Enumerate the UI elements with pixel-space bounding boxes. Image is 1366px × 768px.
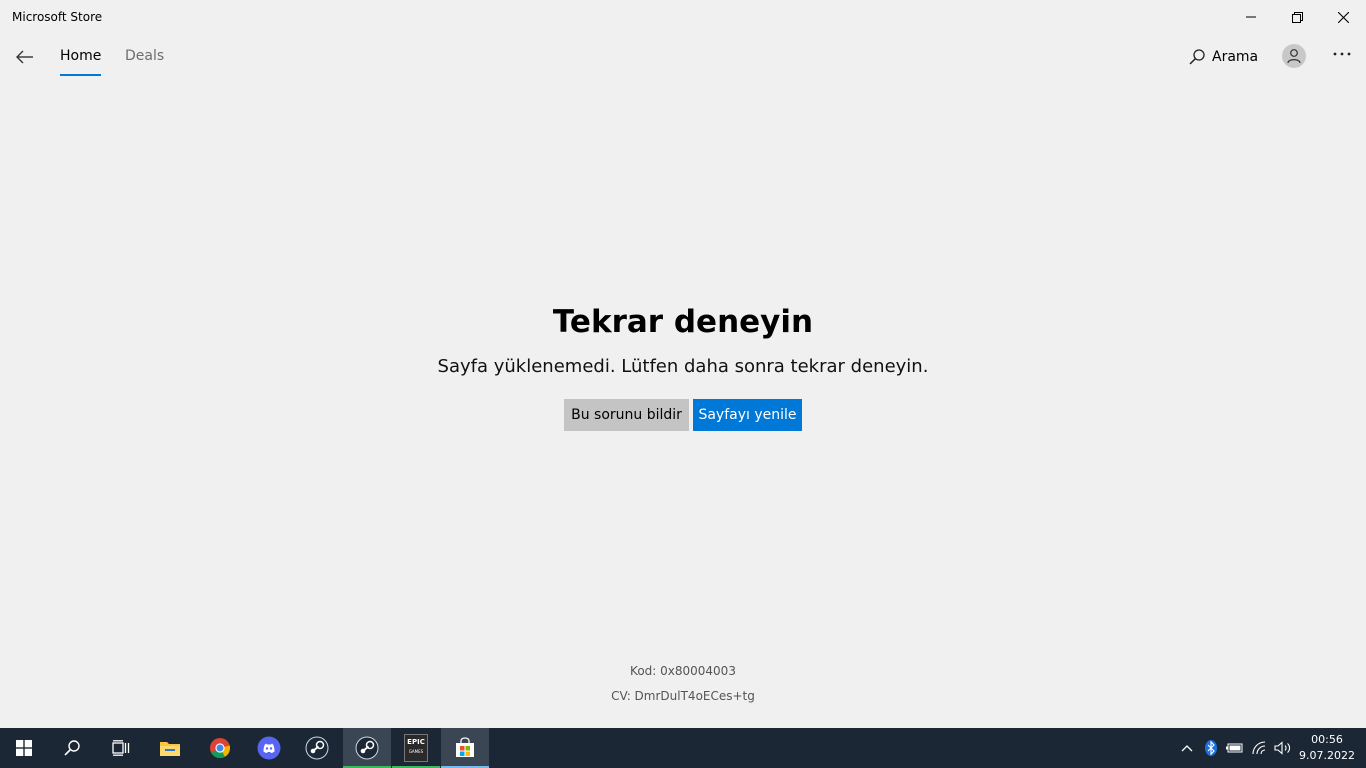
speaker-icon — [1274, 741, 1290, 755]
discord-icon — [257, 736, 281, 760]
minimize-button[interactable] — [1228, 0, 1274, 34]
taskbar-search-button[interactable] — [48, 728, 96, 768]
search-icon — [64, 740, 80, 756]
epic-label: EPIC — [407, 738, 425, 746]
more-options-button[interactable] — [1328, 42, 1356, 66]
steam-icon — [305, 736, 329, 760]
epic-sublabel: GAMES — [408, 749, 424, 754]
wifi-button[interactable] — [1249, 728, 1271, 768]
chevron-up-icon — [1181, 745, 1193, 752]
microsoft-store-icon — [456, 737, 474, 757]
search-label: Arama — [1212, 49, 1259, 65]
restore-icon — [1291, 11, 1303, 23]
tab-deals[interactable]: Deals — [125, 48, 164, 64]
error-message: Sayfa yüklenemedi. Lütfen daha sonra tek… — [437, 356, 929, 377]
file-explorer-button[interactable] — [146, 728, 194, 768]
steam-icon — [355, 736, 379, 760]
start-button[interactable] — [0, 728, 48, 768]
error-code: Kod: 0x80004003 — [630, 664, 736, 678]
file-explorer-icon — [160, 742, 180, 756]
bluetooth-icon — [1205, 740, 1217, 756]
refresh-page-button[interactable]: Sayfayı yenile — [693, 399, 802, 431]
search-button[interactable]: Arama — [1188, 46, 1258, 68]
taskbar: EPIC GAMES 00:56 9.07.2022 — [0, 728, 1366, 768]
back-button[interactable] — [10, 42, 40, 72]
active-tab-indicator — [60, 74, 102, 76]
close-icon — [1337, 11, 1349, 23]
steam-window-button[interactable] — [343, 728, 391, 768]
windows-start-icon — [16, 740, 32, 756]
tab-home-label: Home — [60, 48, 102, 64]
title-bar: Microsoft Store — [0, 0, 1366, 34]
chrome-button[interactable] — [196, 728, 244, 768]
steam-button[interactable] — [293, 728, 341, 768]
app-title: Microsoft Store — [12, 10, 103, 24]
minimize-icon — [1246, 16, 1256, 18]
back-arrow-icon — [16, 50, 33, 64]
nav-bar: Home Deals Arama — [0, 34, 1366, 80]
microsoft-store-button[interactable] — [441, 728, 489, 768]
account-button[interactable] — [1282, 44, 1306, 68]
epic-games-icon: EPIC GAMES — [404, 734, 428, 762]
epic-games-button[interactable]: EPIC GAMES — [392, 728, 440, 768]
clock-time: 00:56 — [1311, 733, 1343, 746]
error-title: Tekrar deneyin — [552, 304, 814, 340]
report-problem-button[interactable]: Bu sorunu bildir — [564, 399, 689, 431]
task-view-button[interactable] — [96, 728, 144, 768]
wifi-icon — [1252, 741, 1266, 755]
chrome-icon — [210, 738, 231, 759]
battery-button[interactable] — [1224, 728, 1246, 768]
bluetooth-button[interactable] — [1202, 728, 1220, 768]
restore-button[interactable] — [1274, 0, 1320, 34]
task-view-icon — [112, 740, 130, 756]
search-icon — [1189, 49, 1205, 65]
clock[interactable]: 00:56 9.07.2022 — [1296, 732, 1358, 764]
tab-home[interactable]: Home — [60, 48, 102, 76]
tab-deals-label: Deals — [125, 48, 165, 64]
discord-button[interactable] — [245, 728, 293, 768]
show-hidden-icons-button[interactable] — [1178, 728, 1196, 768]
user-icon — [1287, 49, 1301, 64]
volume-button[interactable] — [1272, 728, 1294, 768]
battery-icon — [1226, 743, 1243, 753]
clock-date: 9.07.2022 — [1299, 749, 1355, 762]
correlation-vector: CV: DmrDulT4oECes+tg — [611, 689, 755, 703]
more-icon — [1333, 52, 1351, 56]
close-button[interactable] — [1320, 0, 1366, 34]
